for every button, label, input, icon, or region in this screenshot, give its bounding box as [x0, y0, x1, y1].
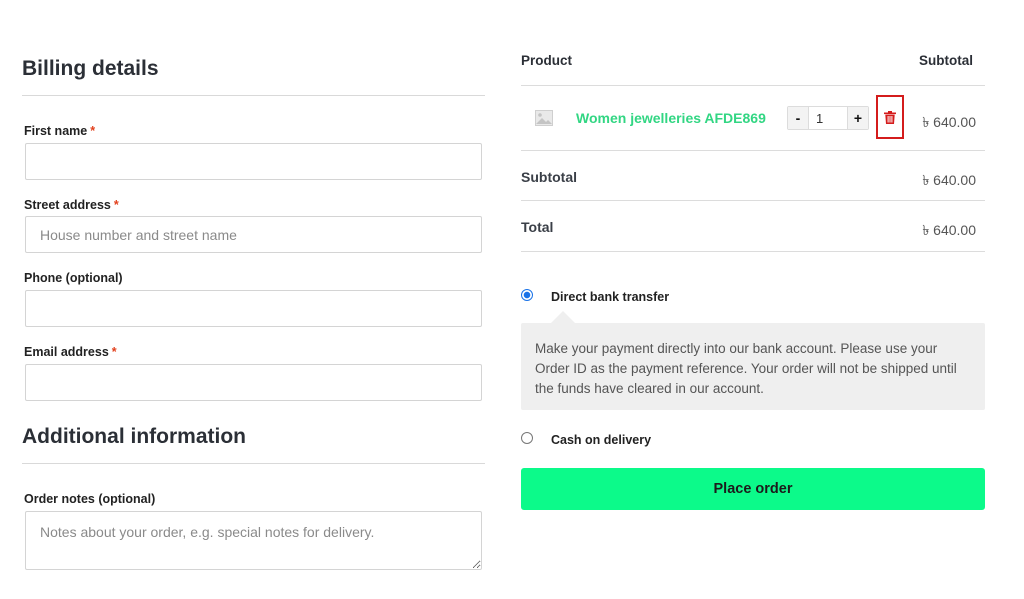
additional-info-title: Additional information [22, 425, 246, 448]
required-mark: * [90, 124, 96, 138]
item-price: ৳ 640.00 [922, 114, 976, 130]
subtotal-header: Subtotal [919, 53, 973, 68]
quantity-stepper: - + [787, 106, 869, 130]
total-value: ৳ 640.00 [922, 222, 976, 238]
required-mark: * [113, 198, 119, 212]
remove-item-button[interactable] [876, 95, 904, 139]
email-label: Email address * [24, 345, 117, 359]
image-placeholder-icon [535, 110, 553, 126]
subtotal-value: ৳ 640.00 [922, 172, 976, 188]
billing-title: Billing details [22, 57, 159, 80]
cash-on-delivery-radio[interactable] [521, 432, 533, 444]
product-header: Product [521, 53, 573, 68]
decrement-button[interactable]: - [788, 107, 808, 129]
divider [521, 150, 985, 151]
divider [521, 251, 985, 252]
phone-label: Phone (optional) [24, 271, 123, 285]
divider [521, 85, 985, 86]
first-name-label-text: First name [24, 124, 88, 138]
street-address-input[interactable] [25, 216, 482, 253]
first-name-input[interactable] [25, 143, 482, 180]
payment-box-pointer [551, 311, 575, 323]
quantity-input[interactable] [808, 107, 848, 129]
email-label-text: Email address [24, 345, 109, 359]
bank-transfer-description: Make your payment directly into our bank… [521, 323, 985, 410]
street-address-label-text: Street address [24, 198, 111, 212]
bank-transfer-label[interactable]: Direct bank transfer [551, 290, 669, 304]
divider [22, 95, 485, 96]
phone-input[interactable] [25, 290, 482, 327]
cash-on-delivery-label[interactable]: Cash on delivery [551, 433, 651, 447]
required-mark: * [111, 345, 117, 359]
bank-transfer-radio[interactable] [521, 289, 533, 301]
place-order-button[interactable]: Place order [521, 468, 985, 510]
first-name-label: First name * [24, 124, 95, 138]
product-name-link[interactable]: Women jewelleries AFDE869 [576, 110, 766, 126]
divider [22, 463, 485, 464]
email-input[interactable] [25, 364, 482, 401]
order-notes-label: Order notes (optional) [24, 492, 156, 506]
subtotal-label: Subtotal [521, 169, 577, 185]
order-notes-textarea[interactable] [25, 511, 482, 570]
total-label: Total [521, 219, 554, 235]
street-address-label: Street address * [24, 198, 119, 212]
trash-icon [884, 110, 896, 124]
increment-button[interactable]: + [848, 107, 868, 129]
divider [521, 200, 985, 201]
